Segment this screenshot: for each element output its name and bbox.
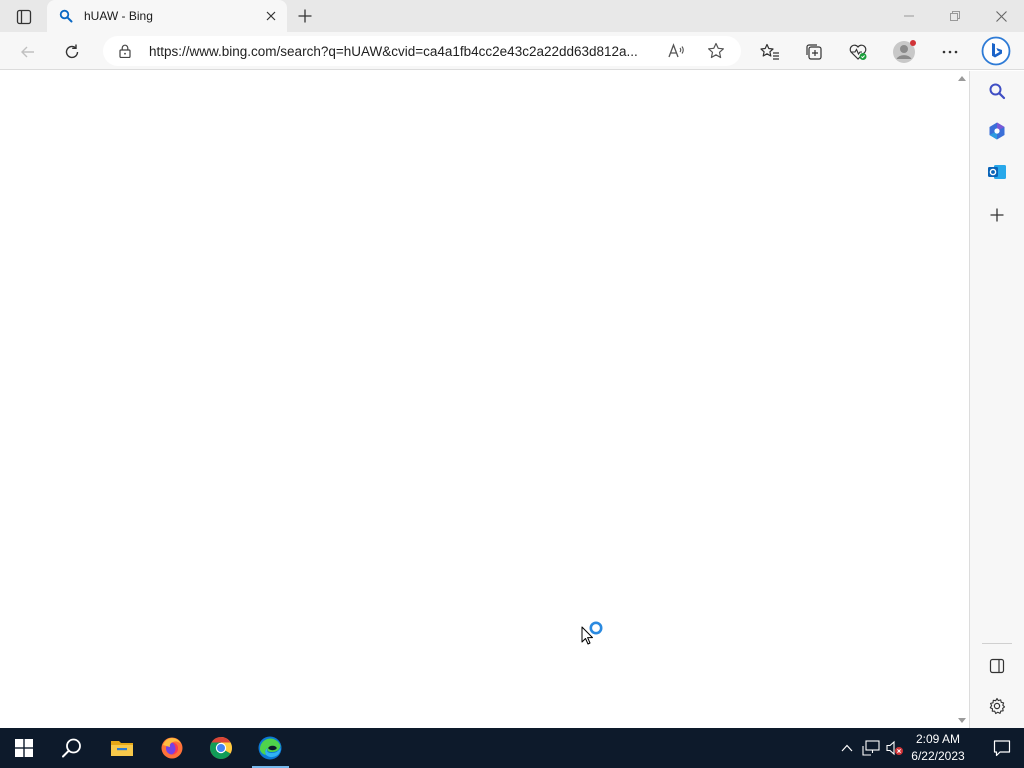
minimize-icon bbox=[904, 15, 914, 17]
bing-chat-button[interactable] bbox=[980, 35, 1012, 67]
search-icon bbox=[59, 9, 73, 23]
taskbar-clock[interactable]: 2:09 AM 6/22/2023 bbox=[906, 731, 970, 765]
notification-icon bbox=[993, 740, 1011, 757]
tab-strip: hUAW - Bing bbox=[0, 0, 1024, 32]
sidebar-copilot-button[interactable] bbox=[984, 118, 1010, 144]
web-page-content[interactable] bbox=[0, 71, 955, 728]
profile-button[interactable] bbox=[890, 38, 918, 66]
address-bar[interactable]: https://www.bing.com/search?q=hUAW&cvid=… bbox=[103, 36, 741, 66]
lock-icon[interactable] bbox=[118, 44, 132, 58]
chevron-up-icon bbox=[841, 744, 853, 752]
volume-tray-button[interactable] bbox=[886, 739, 904, 757]
clock-time: 2:09 AM bbox=[915, 732, 961, 746]
favorites-button[interactable] bbox=[756, 38, 784, 66]
windows-taskbar: 2:09 AM 6/22/2023 bbox=[0, 728, 1024, 768]
outlook-icon bbox=[988, 165, 1006, 179]
url-text[interactable]: https://www.bing.com/search?q=hUAW&cvid=… bbox=[149, 44, 661, 59]
close-icon bbox=[995, 10, 1007, 22]
more-icon bbox=[942, 50, 958, 54]
edge-sidebar bbox=[969, 71, 1024, 728]
network-icon bbox=[862, 740, 880, 756]
show-hidden-icons-button[interactable] bbox=[838, 739, 856, 757]
back-icon bbox=[21, 46, 34, 58]
plus-icon bbox=[298, 9, 312, 23]
sidebar-add-button[interactable] bbox=[984, 202, 1010, 228]
network-tray-button[interactable] bbox=[862, 739, 880, 757]
chrome-icon bbox=[210, 737, 232, 759]
start-button[interactable] bbox=[0, 728, 48, 768]
clock-date: 6/22/2023 bbox=[911, 749, 965, 763]
back-button[interactable] bbox=[14, 38, 42, 66]
browser-toolbar: https://www.bing.com/search?q=hUAW&cvid=… bbox=[0, 32, 1024, 70]
firefox-button[interactable] bbox=[148, 728, 196, 768]
firefox-icon bbox=[161, 737, 183, 759]
sidebar-divider bbox=[982, 643, 1012, 644]
busy-cursor-icon bbox=[581, 621, 603, 645]
close-icon bbox=[266, 11, 276, 21]
browser-essentials-icon bbox=[849, 44, 867, 60]
browser-essentials-button[interactable] bbox=[844, 38, 872, 66]
action-center-button[interactable] bbox=[980, 728, 1024, 768]
add-icon bbox=[990, 208, 1004, 222]
read-aloud-button[interactable] bbox=[667, 42, 687, 60]
scroll-up-arrow[interactable] bbox=[958, 76, 966, 81]
close-window-button[interactable] bbox=[986, 6, 1016, 26]
collections-button[interactable] bbox=[800, 38, 828, 66]
read-aloud-icon bbox=[668, 43, 684, 58]
favorites-icon bbox=[760, 43, 779, 60]
sidebar-outlook-button[interactable] bbox=[984, 159, 1010, 185]
volume-muted-icon bbox=[886, 740, 903, 756]
refresh-icon bbox=[65, 44, 79, 59]
sidebar-settings-button[interactable] bbox=[984, 693, 1010, 719]
tab-actions-button[interactable] bbox=[10, 6, 38, 28]
edge-button[interactable] bbox=[246, 728, 294, 768]
collections-icon bbox=[806, 44, 822, 60]
restore-button[interactable] bbox=[940, 6, 970, 26]
search-icon bbox=[62, 738, 81, 758]
sidebar-search-button[interactable] bbox=[984, 78, 1010, 104]
file-explorer-icon bbox=[111, 741, 133, 756]
sidebar-toggle-button[interactable] bbox=[984, 653, 1010, 679]
restore-icon bbox=[950, 11, 960, 21]
star-icon bbox=[708, 42, 724, 59]
tab-close-button[interactable] bbox=[263, 8, 279, 24]
edge-icon bbox=[258, 736, 282, 760]
copilot-icon bbox=[989, 122, 1005, 140]
refresh-button[interactable] bbox=[58, 38, 86, 66]
more-button[interactable] bbox=[936, 38, 964, 66]
chrome-button[interactable] bbox=[197, 728, 245, 768]
tab-actions-icon bbox=[16, 9, 32, 25]
windows-start-icon bbox=[15, 739, 33, 757]
browser-tab[interactable]: hUAW - Bing bbox=[47, 0, 287, 32]
profile-avatar bbox=[893, 40, 916, 63]
file-explorer-button[interactable] bbox=[98, 728, 146, 768]
scroll-down-arrow[interactable] bbox=[958, 718, 966, 723]
sidebar-toggle-icon bbox=[989, 658, 1005, 674]
settings-icon bbox=[989, 697, 1006, 715]
add-favorite-button[interactable] bbox=[707, 42, 727, 60]
bing-chat-icon bbox=[981, 36, 1011, 66]
vertical-scrollbar[interactable] bbox=[955, 71, 969, 728]
tab-title: hUAW - Bing bbox=[84, 9, 153, 23]
minimize-button[interactable] bbox=[894, 6, 924, 26]
search-icon bbox=[989, 83, 1006, 100]
taskbar-search-button[interactable] bbox=[48, 728, 96, 768]
new-tab-button[interactable] bbox=[294, 5, 316, 27]
